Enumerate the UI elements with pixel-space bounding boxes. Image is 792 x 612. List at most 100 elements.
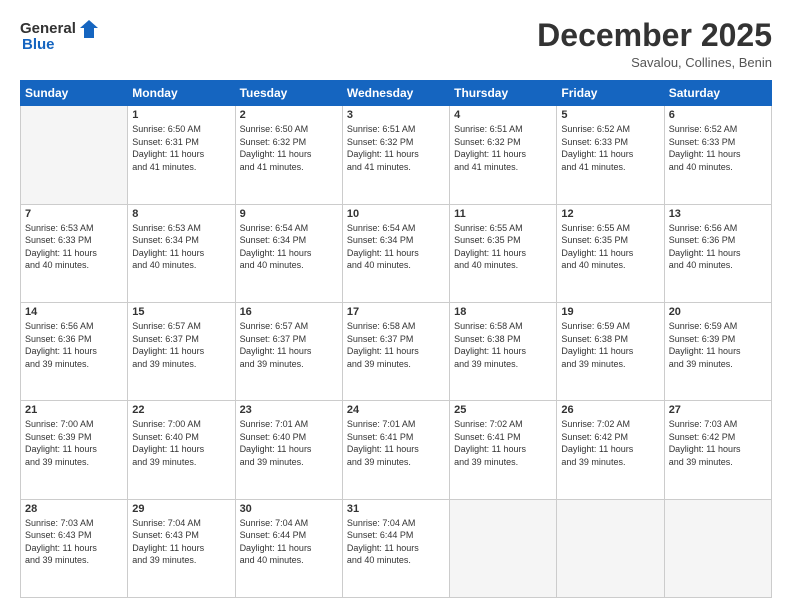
day-number: 24 — [347, 404, 445, 416]
day-info: Sunrise: 7:00 AMSunset: 6:39 PMDaylight:… — [25, 418, 123, 468]
day-info: Sunrise: 6:58 AMSunset: 6:37 PMDaylight:… — [347, 320, 445, 370]
day-number: 26 — [561, 404, 659, 416]
day-number: 11 — [454, 208, 552, 220]
day-info: Sunrise: 6:51 AMSunset: 6:32 PMDaylight:… — [454, 123, 552, 173]
calendar-cell-1-2: 1 Sunrise: 6:50 AMSunset: 6:31 PMDaylight… — [128, 106, 235, 204]
calendar-header-sunday: Sunday — [21, 81, 128, 106]
day-info: Sunrise: 6:58 AMSunset: 6:38 PMDaylight:… — [454, 320, 552, 370]
calendar-cell-3-2: 15 Sunrise: 6:57 AMSunset: 6:37 PMDayligh… — [128, 302, 235, 400]
header: General Blue December 2025 Savalou, Coll… — [20, 18, 772, 70]
day-number: 22 — [132, 404, 230, 416]
day-number: 27 — [669, 404, 767, 416]
calendar-cell-4-6: 26 Sunrise: 7:02 AMSunset: 6:42 PMDayligh… — [557, 401, 664, 499]
day-number: 10 — [347, 208, 445, 220]
day-info: Sunrise: 6:59 AMSunset: 6:39 PMDaylight:… — [669, 320, 767, 370]
day-info: Sunrise: 6:51 AMSunset: 6:32 PMDaylight:… — [347, 123, 445, 173]
day-number: 18 — [454, 306, 552, 318]
calendar-cell-2-1: 7Sunrise: 6:53 AMSunset: 6:33 PMDaylight… — [21, 204, 128, 302]
day-info: Sunrise: 7:03 AMSunset: 6:43 PMDaylight:… — [25, 517, 123, 567]
calendar-cell-1-3: 2Sunrise: 6:50 AMSunset: 6:32 PMDaylight… — [235, 106, 342, 204]
day-info: Sunrise: 7:00 AMSunset: 6:40 PMDaylight:… — [132, 418, 230, 468]
calendar-header-friday: Friday — [557, 81, 664, 106]
calendar-cell-1-4: 3 Sunrise: 6:51 AMSunset: 6:32 PMDaylight… — [342, 106, 449, 204]
location: Savalou, Collines, Benin — [537, 55, 772, 70]
day-number: 8 — [132, 208, 230, 220]
calendar-cell-4-3: 23Sunrise: 7:01 AMSunset: 6:40 PMDayligh… — [235, 401, 342, 499]
calendar-cell-5-3: 30Sunrise: 7:04 AMSunset: 6:44 PMDayligh… — [235, 499, 342, 597]
logo-blue-text: Blue — [22, 36, 55, 54]
logo: General Blue — [20, 18, 100, 54]
day-info: Sunrise: 6:55 AMSunset: 6:35 PMDaylight:… — [561, 222, 659, 272]
calendar-cell-2-5: 11 Sunrise: 6:55 AMSunset: 6:35 PMDayligh… — [450, 204, 557, 302]
day-info: Sunrise: 7:01 AMSunset: 6:40 PMDaylight:… — [240, 418, 338, 468]
day-info: Sunrise: 6:52 AMSunset: 6:33 PMDaylight:… — [561, 123, 659, 173]
day-info: Sunrise: 6:50 AMSunset: 6:32 PMDaylight:… — [240, 123, 338, 173]
day-number: 6 — [669, 109, 767, 121]
calendar-table: SundayMondayTuesdayWednesdayThursdayFrid… — [20, 80, 772, 598]
calendar-header-thursday: Thursday — [450, 81, 557, 106]
calendar-cell-5-1: 28Sunrise: 7:03 AMSunset: 6:43 PMDayligh… — [21, 499, 128, 597]
week-row-1: 1 Sunrise: 6:50 AMSunset: 6:31 PMDaylight… — [21, 106, 772, 204]
calendar-cell-2-6: 12 Sunrise: 6:55 AMSunset: 6:35 PMDayligh… — [557, 204, 664, 302]
calendar-cell-5-6 — [557, 499, 664, 597]
calendar-cell-1-1 — [21, 106, 128, 204]
day-info: Sunrise: 6:56 AMSunset: 6:36 PMDaylight:… — [669, 222, 767, 272]
day-info: Sunrise: 7:03 AMSunset: 6:42 PMDaylight:… — [669, 418, 767, 468]
calendar-cell-1-7: 6 Sunrise: 6:52 AMSunset: 6:33 PMDaylight… — [664, 106, 771, 204]
day-number: 30 — [240, 503, 338, 515]
day-info: Sunrise: 6:53 AMSunset: 6:34 PMDaylight:… — [132, 222, 230, 272]
day-number: 20 — [669, 306, 767, 318]
day-number: 5 — [561, 109, 659, 121]
month-title: December 2025 — [537, 18, 772, 53]
calendar-cell-3-7: 20 Sunrise: 6:59 AMSunset: 6:39 PMDayligh… — [664, 302, 771, 400]
day-number: 25 — [454, 404, 552, 416]
calendar-header-saturday: Saturday — [664, 81, 771, 106]
calendar-header-tuesday: Tuesday — [235, 81, 342, 106]
day-number: 15 — [132, 306, 230, 318]
calendar-cell-5-5 — [450, 499, 557, 597]
day-info: Sunrise: 7:02 AMSunset: 6:41 PMDaylight:… — [454, 418, 552, 468]
day-info: Sunrise: 6:57 AMSunset: 6:37 PMDaylight:… — [132, 320, 230, 370]
calendar-cell-5-4: 31 Sunrise: 7:04 AMSunset: 6:44 PMDayligh… — [342, 499, 449, 597]
day-number: 1 — [132, 109, 230, 121]
calendar-cell-3-5: 18 Sunrise: 6:58 AMSunset: 6:38 PMDayligh… — [450, 302, 557, 400]
day-info: Sunrise: 6:57 AMSunset: 6:37 PMDaylight:… — [240, 320, 338, 370]
page: General Blue December 2025 Savalou, Coll… — [0, 0, 792, 612]
day-info: Sunrise: 7:04 AMSunset: 6:43 PMDaylight:… — [132, 517, 230, 567]
calendar-cell-4-1: 21 Sunrise: 7:00 AMSunset: 6:39 PMDayligh… — [21, 401, 128, 499]
day-number: 3 — [347, 109, 445, 121]
title-block: December 2025 Savalou, Collines, Benin — [537, 18, 772, 70]
calendar-cell-2-3: 9Sunrise: 6:54 AMSunset: 6:34 PMDaylight… — [235, 204, 342, 302]
day-info: Sunrise: 7:01 AMSunset: 6:41 PMDaylight:… — [347, 418, 445, 468]
day-number: 31 — [347, 503, 445, 515]
logo-icon — [78, 18, 100, 40]
day-number: 7 — [25, 208, 123, 220]
calendar-cell-4-5: 25 Sunrise: 7:02 AMSunset: 6:41 PMDayligh… — [450, 401, 557, 499]
calendar-cell-3-1: 14 Sunrise: 6:56 AMSunset: 6:36 PMDayligh… — [21, 302, 128, 400]
calendar-cell-5-7 — [664, 499, 771, 597]
calendar-header-monday: Monday — [128, 81, 235, 106]
week-row-3: 14 Sunrise: 6:56 AMSunset: 6:36 PMDayligh… — [21, 302, 772, 400]
week-row-4: 21 Sunrise: 7:00 AMSunset: 6:39 PMDayligh… — [21, 401, 772, 499]
calendar-cell-1-5: 4Sunrise: 6:51 AMSunset: 6:32 PMDaylight… — [450, 106, 557, 204]
day-info: Sunrise: 6:59 AMSunset: 6:38 PMDaylight:… — [561, 320, 659, 370]
calendar-cell-3-6: 19Sunrise: 6:59 AMSunset: 6:38 PMDayligh… — [557, 302, 664, 400]
day-info: Sunrise: 6:56 AMSunset: 6:36 PMDaylight:… — [25, 320, 123, 370]
week-row-5: 28Sunrise: 7:03 AMSunset: 6:43 PMDayligh… — [21, 499, 772, 597]
calendar-cell-3-4: 17 Sunrise: 6:58 AMSunset: 6:37 PMDayligh… — [342, 302, 449, 400]
day-info: Sunrise: 7:04 AMSunset: 6:44 PMDaylight:… — [347, 517, 445, 567]
day-number: 13 — [669, 208, 767, 220]
day-info: Sunrise: 6:50 AMSunset: 6:31 PMDaylight:… — [132, 123, 230, 173]
calendar-cell-4-7: 27 Sunrise: 7:03 AMSunset: 6:42 PMDayligh… — [664, 401, 771, 499]
day-number: 12 — [561, 208, 659, 220]
day-number: 21 — [25, 404, 123, 416]
day-info: Sunrise: 7:02 AMSunset: 6:42 PMDaylight:… — [561, 418, 659, 468]
day-number: 9 — [240, 208, 338, 220]
day-info: Sunrise: 6:52 AMSunset: 6:33 PMDaylight:… — [669, 123, 767, 173]
day-number: 14 — [25, 306, 123, 318]
calendar-cell-4-4: 24 Sunrise: 7:01 AMSunset: 6:41 PMDayligh… — [342, 401, 449, 499]
calendar-header-wednesday: Wednesday — [342, 81, 449, 106]
calendar-cell-4-2: 22 Sunrise: 7:00 AMSunset: 6:40 PMDayligh… — [128, 401, 235, 499]
day-number: 17 — [347, 306, 445, 318]
day-info: Sunrise: 6:55 AMSunset: 6:35 PMDaylight:… — [454, 222, 552, 272]
